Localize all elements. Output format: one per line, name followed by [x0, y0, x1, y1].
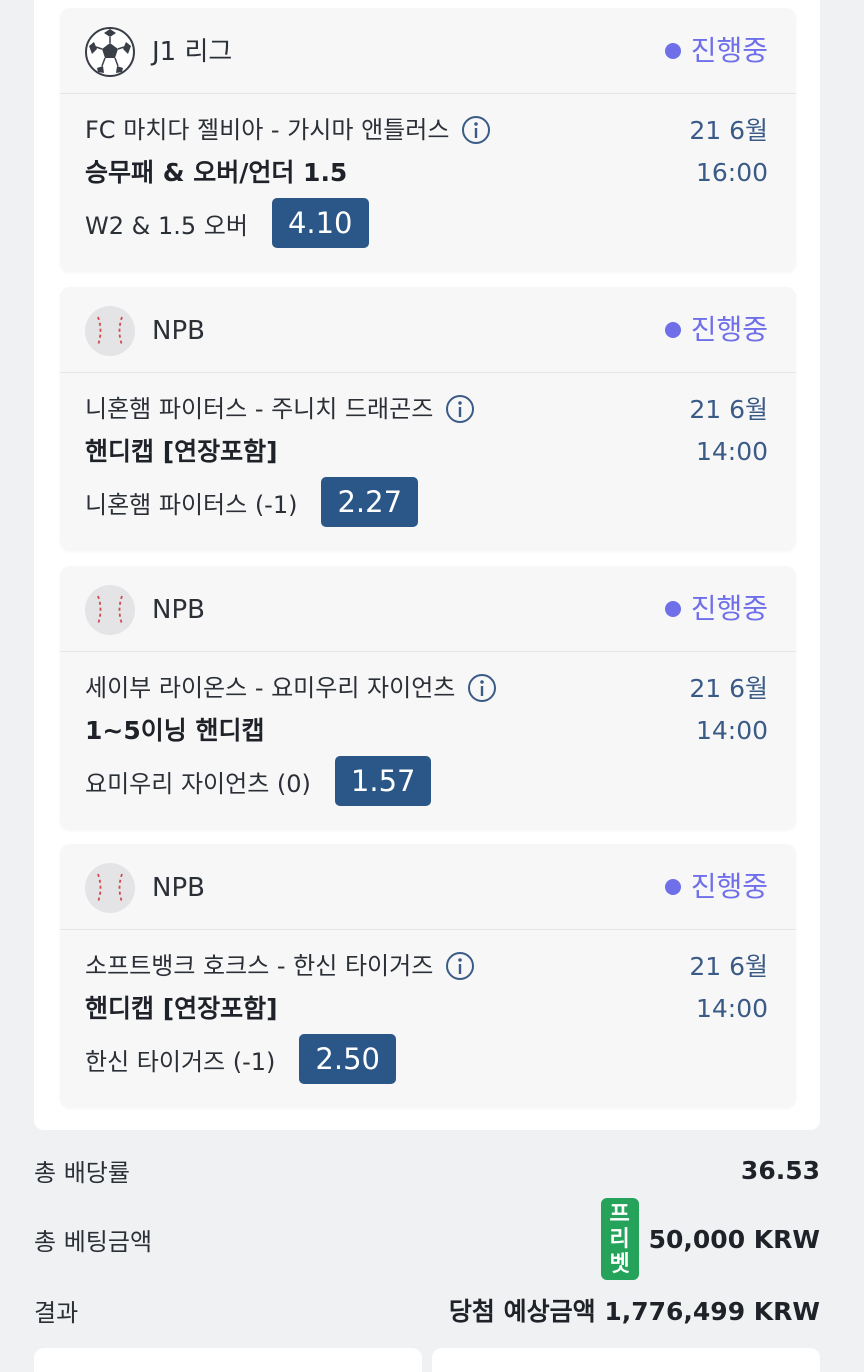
pick-row: 한신 타이거즈 (-1) 2.50 — [85, 1034, 396, 1084]
odds-badge: 1.57 — [334, 756, 432, 806]
league-name: J1 리그 — [152, 37, 233, 67]
result-row: 결과 당첨 예상금액 1,776,499 KRW — [34, 1290, 820, 1330]
result-label: 결과 — [34, 1298, 79, 1327]
card-header: NPB 진행중 — [60, 844, 796, 930]
total-stake-label: 총 베팅금액 — [34, 1227, 153, 1256]
freebet-char: 벳 — [609, 1251, 630, 1277]
status-dot-icon — [664, 322, 681, 338]
match-date: 21 6월 — [689, 952, 768, 981]
market-name: 승무패 & 오버/언더 1.5 — [85, 158, 348, 187]
freebet-char: 프 — [609, 1201, 630, 1227]
pick-label: 요미우리 자이언츠 (0) — [85, 769, 311, 798]
odds-badge: 2.50 — [299, 1034, 396, 1084]
card-header: J1 리그 진행중 — [60, 8, 796, 94]
pick-row: 요미우리 자이언츠 (0) 1.57 — [85, 756, 432, 806]
match-time: 14:00 — [695, 437, 768, 466]
status-label: 진행중 — [690, 870, 768, 903]
status-label: 진행중 — [690, 592, 768, 625]
total-stake-row: 총 베팅금액 프 리 벳 50,000 KRW — [34, 1196, 820, 1282]
bet-card: NPB 진행중 세이부 라이온스 - 요미우리 자이언츠 1~5이닝 핸디캡 요… — [60, 566, 796, 830]
total-stake-group: 프 리 벳 50,000 KRW — [600, 1198, 820, 1280]
status-badge: 진행중 — [664, 588, 768, 630]
info-icon[interactable] — [445, 394, 475, 424]
pick-label: W2 & 1.5 오버 — [85, 211, 248, 240]
pick-label: 니혼햄 파이터스 (-1) — [85, 490, 298, 519]
match-name: 세이부 라이온스 - 요미우리 자이언츠 — [85, 670, 497, 706]
expected-winnings: 당첨 예상금액 1,776,499 KRW — [448, 1297, 820, 1326]
match-name: FC 마치다 젤비아 - 가시마 앤틀러스 — [85, 112, 491, 148]
total-stake-value: 50,000 KRW — [648, 1224, 820, 1254]
match-time: 16:00 — [695, 158, 768, 187]
status-label: 진행중 — [690, 34, 768, 67]
bet-card: NPB 진행중 소프트뱅크 호크스 - 한신 타이거즈 핸디캡 [연장포함] 한… — [60, 844, 796, 1108]
total-odds-label: 총 배당률 — [34, 1158, 130, 1187]
match-title: 니혼햄 파이터스 - 주니치 드래곤즈 — [85, 395, 434, 423]
info-icon[interactable] — [467, 673, 497, 703]
status-label: 진행중 — [690, 313, 768, 346]
match-title: 세이부 라이온스 - 요미우리 자이언츠 — [85, 674, 456, 702]
match-time: 14:00 — [695, 994, 768, 1023]
league-name: NPB — [152, 873, 205, 903]
soccer-ball-icon — [85, 27, 135, 77]
total-odds-row: 총 배당률 36.53 — [34, 1150, 820, 1190]
bottom-action-left[interactable] — [34, 1348, 422, 1372]
status-dot-icon — [664, 879, 681, 895]
info-icon[interactable] — [461, 115, 491, 145]
match-name: 니혼햄 파이터스 - 주니치 드래곤즈 — [85, 391, 475, 427]
bottom-action-right[interactable] — [432, 1348, 820, 1372]
status-badge: 진행중 — [664, 866, 768, 908]
market-name: 핸디캡 [연장포함] — [85, 437, 278, 466]
bet-card: J1 리그 진행중 FC 마치다 젤비아 - 가시마 앤틀러스 승무패 & 오버… — [60, 8, 796, 272]
status-dot-icon — [664, 601, 681, 617]
pick-label: 한신 타이거즈 (-1) — [85, 1047, 276, 1076]
pick-row: 니혼햄 파이터스 (-1) 2.27 — [85, 477, 419, 527]
odds-badge: 2.27 — [321, 477, 419, 527]
league-name: NPB — [152, 316, 205, 346]
status-badge: 진행중 — [664, 309, 768, 351]
match-date: 21 6월 — [689, 674, 768, 703]
match-title: 소프트뱅크 호크스 - 한신 타이거즈 — [85, 952, 434, 980]
match-date: 21 6월 — [689, 116, 768, 145]
league-name: NPB — [152, 595, 205, 625]
match-name: 소프트뱅크 호크스 - 한신 타이거즈 — [85, 948, 475, 984]
card-header: NPB 진행중 — [60, 566, 796, 652]
status-dot-icon — [664, 43, 681, 59]
info-icon[interactable] — [445, 951, 475, 981]
pick-row: W2 & 1.5 오버 4.10 — [85, 198, 369, 248]
baseball-icon — [85, 585, 135, 635]
bet-card: NPB 진행중 니혼햄 파이터스 - 주니치 드래곤즈 핸디캡 [연장포함] 니… — [60, 287, 796, 551]
match-title: FC 마치다 젤비아 - 가시마 앤틀러스 — [85, 116, 450, 144]
match-date: 21 6월 — [689, 395, 768, 424]
freebet-char: 리 — [609, 1226, 630, 1252]
status-badge: 진행중 — [664, 30, 768, 72]
total-odds-value: 36.53 — [740, 1155, 820, 1185]
baseball-icon — [85, 863, 135, 913]
match-time: 14:00 — [695, 716, 768, 745]
card-header: NPB 진행중 — [60, 287, 796, 373]
market-name: 1~5이닝 핸디캡 — [85, 716, 265, 745]
baseball-icon — [85, 306, 135, 356]
odds-badge: 4.10 — [271, 198, 369, 248]
freebet-badge: 프 리 벳 — [600, 1198, 639, 1280]
market-name: 핸디캡 [연장포함] — [85, 994, 278, 1023]
